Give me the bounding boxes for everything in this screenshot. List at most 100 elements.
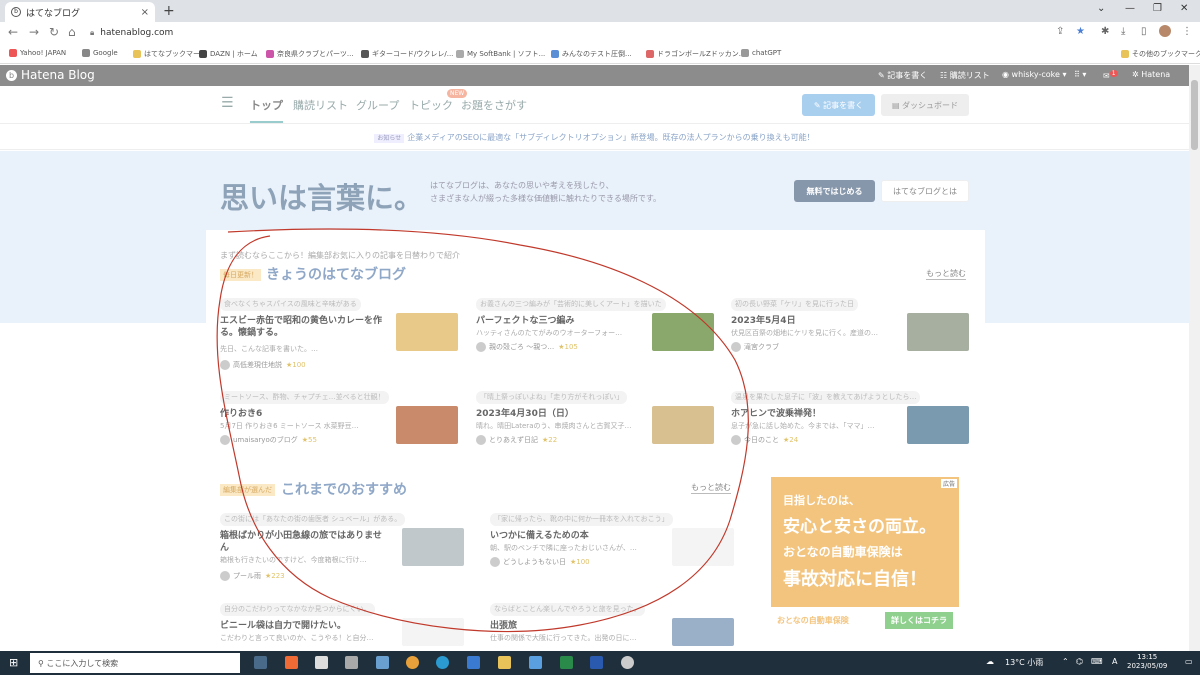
maximize-icon[interactable]: ❐	[1153, 3, 1162, 14]
bookmark-item[interactable]: ドラゴンボールZドッカン...	[646, 49, 745, 59]
article-card[interactable]: 「晴上祭っぽいよね」「走り方がそれっぽい」 2023年4月30日（日） 晴れ。晴…	[476, 391, 714, 471]
about-hatena-blog-button[interactable]: はてなブログとは	[881, 180, 969, 202]
reload-icon[interactable]: ↻	[49, 25, 59, 39]
nav-find-theme[interactable]: お題をさがす	[461, 97, 527, 113]
taskbar-search-input[interactable]: ⚲ ここに入力して検索	[30, 653, 240, 673]
apps-grid-icon[interactable]: ⠿ ▾	[1074, 70, 1086, 79]
article-thumbnail[interactable]	[396, 406, 458, 444]
bookmark-item[interactable]: DAZN | ホーム	[199, 49, 258, 59]
today-more-link[interactable]: もっと読む	[926, 268, 966, 280]
write-article-button[interactable]: ✎ 記事を書く	[802, 94, 875, 116]
tab-search-icon[interactable]: ⌄	[1097, 3, 1105, 14]
article-card[interactable]: お義さんの三つ編みが「芸術的に美しくアート」を描いた パーフェクトな三つ編み ハ…	[476, 298, 714, 378]
browser-tab[interactable]: b はてなブログ ×	[5, 2, 155, 22]
share-icon[interactable]: ⇪	[1056, 26, 1064, 37]
article-thumbnail[interactable]	[672, 528, 734, 566]
profile-avatar-icon[interactable]	[1159, 25, 1171, 37]
back-icon[interactable]: ←	[8, 25, 18, 39]
bookmark-item[interactable]: はてなブックマーク	[133, 49, 207, 59]
nav-reader-list[interactable]: 購読リスト	[293, 97, 348, 113]
nav-group[interactable]: グループ	[356, 97, 399, 113]
article-card[interactable]: 「家に帰ったら、靴の中に何か一冊本を入れておこう」 いつかに備えるための本 朝、…	[490, 513, 735, 593]
excel-icon[interactable]	[560, 656, 573, 669]
article-thumbnail[interactable]	[396, 313, 458, 351]
article-thumbnail[interactable]	[402, 528, 464, 566]
bookmark-favicon-icon	[361, 50, 369, 58]
ime-indicator[interactable]: A	[1112, 657, 1117, 666]
article-thumbnail[interactable]	[652, 406, 714, 444]
sidepanel-icon[interactable]: ▯	[1141, 26, 1147, 37]
dashboard-button[interactable]: ▤ ダッシュボード	[881, 94, 969, 116]
media-icon[interactable]	[345, 656, 358, 669]
new-tab-button[interactable]: +	[163, 3, 175, 19]
mail-icon[interactable]	[376, 656, 389, 669]
notification-center-icon[interactable]: ▭	[1185, 657, 1193, 666]
keyboard-icon[interactable]: ⌨	[1091, 657, 1103, 666]
article-card[interactable]: ならばとことん楽しんでやろうと旅を見った。 出張旅 仕事の関係で大阪に行ってきた…	[490, 603, 735, 648]
app-icon[interactable]	[621, 656, 634, 669]
bookmark-item[interactable]: My SoftBank | ソフト...	[456, 49, 545, 59]
nav-topic[interactable]: トピック	[409, 97, 453, 113]
word-icon[interactable]	[590, 656, 603, 669]
chrome-icon[interactable]	[406, 656, 419, 669]
network-icon[interactable]: ⌬	[1076, 657, 1083, 666]
reader-list-link[interactable]: ☷ 購読リスト	[940, 70, 990, 81]
author-avatar	[490, 557, 500, 567]
article-thumbnail[interactable]	[402, 618, 464, 646]
forward-icon[interactable]: →	[29, 25, 39, 39]
bookmark-item[interactable]: Yahoo! JAPAN	[9, 49, 66, 57]
article-card[interactable]: 食べなくちゃスパイスの風味と辛味がある エスビー赤缶で昭和の黄色いカレーを作る。…	[220, 298, 458, 378]
tray-chevron-icon[interactable]: ⌃	[1062, 657, 1069, 666]
hatena-home-link[interactable]: ✲ Hatena	[1132, 70, 1170, 79]
app-icon[interactable]	[467, 656, 480, 669]
taskbar-clock[interactable]: 13:15 2023/05/09	[1127, 653, 1167, 671]
page-scrollbar[interactable]	[1189, 65, 1200, 651]
bookmark-star-icon[interactable]: ★	[1076, 26, 1085, 37]
url-field[interactable]: 🔒︎ hatenablog.com	[90, 24, 1070, 41]
tab-close-icon[interactable]: ×	[141, 7, 149, 18]
article-card[interactable]: 初の長い野菜「ケリ」を見に行った日 2023年5月4日 伏見区百祭の畑地にケリを…	[731, 298, 969, 378]
user-menu[interactable]: ◉ whisky-coke ▾	[1002, 70, 1067, 79]
weather-text[interactable]: 13°C 小雨	[1005, 657, 1043, 668]
article-card[interactable]: 温泉を果たした息子に「波」を教えてあげようとしたら… ホアヒンで波乗禅発！ 息子…	[731, 391, 969, 471]
article-card[interactable]: この街には「あなたの街の歯医者 シュベール」がある。 箱根ばかりが小田急線の旅で…	[220, 513, 465, 593]
recommend-more-link[interactable]: もっと読む	[691, 482, 731, 494]
bookmark-item[interactable]: みんなのテスト圧倒...	[551, 49, 632, 59]
hatena-blog-logo[interactable]: b Hatena Blog	[6, 68, 95, 82]
hamburger-menu-icon[interactable]: ☰	[221, 95, 234, 111]
hatena-global-bar: b Hatena Blog ✎ 記事を書く ☷ 購読リスト ◉ whisky-c…	[0, 65, 1189, 86]
download-icon[interactable]: ⤓	[1121, 26, 1125, 37]
notification-icon[interactable]: ✉ 1	[1103, 70, 1118, 81]
bookmark-item[interactable]: ギターコード/ウクレレ/...	[361, 49, 453, 59]
insurance-ad[interactable]: 広告 目指したのは、 安心と安さの両立。 おとなの自動車保険は 事故対応に自信！…	[771, 477, 959, 633]
file-explorer-icon[interactable]	[498, 656, 511, 669]
close-window-icon[interactable]: ✕	[1180, 3, 1188, 14]
store-icon[interactable]	[315, 656, 328, 669]
bookmark-favicon-icon	[82, 49, 90, 57]
brave-icon[interactable]	[285, 656, 298, 669]
edge-icon[interactable]	[436, 656, 449, 669]
write-article-link[interactable]: ✎ 記事を書く	[878, 70, 927, 81]
article-thumbnail[interactable]	[672, 618, 734, 646]
ad-cta-button[interactable]: 詳しくはコチラ	[885, 611, 953, 629]
article-card[interactable]: ミートソース、酢物、チャプチェ…並べると壮観！ 作りおき6 5月7日 作りおき6…	[220, 391, 458, 471]
article-thumbnail[interactable]	[907, 406, 969, 444]
article-thumbnail[interactable]	[907, 313, 969, 351]
notice-banner[interactable]: お知らせ 企業メディアのSEOに最適な「サブディレクトリオプション」新登場。既存の…	[0, 125, 1189, 150]
extensions-icon[interactable]: ✱	[1101, 26, 1109, 37]
start-free-button[interactable]: 無料ではじめる	[794, 180, 875, 202]
other-bookmarks[interactable]: その他のブックマーク	[1121, 49, 1200, 59]
minimize-icon[interactable]: —	[1125, 3, 1135, 14]
windows-start-icon[interactable]: ⊞	[9, 656, 18, 669]
article-thumbnail[interactable]	[652, 313, 714, 351]
task-view-icon[interactable]	[254, 656, 267, 669]
nav-top[interactable]: トップ	[250, 97, 283, 123]
scrollbar-thumb[interactable]	[1191, 80, 1198, 150]
bookmark-item[interactable]: 奈良県クラブとパーツ...	[266, 49, 354, 59]
home-icon[interactable]: ⌂	[68, 25, 76, 39]
bookmark-item[interactable]: chatGPT	[741, 49, 781, 57]
outlook-icon[interactable]	[529, 656, 542, 669]
browser-menu-icon[interactable]: ⋮	[1182, 26, 1192, 37]
article-card[interactable]: 自分のこだわりってなかなか見つからにくい。 ビニール袋は自力で開けたい。 こだわ…	[220, 603, 465, 648]
bookmark-item[interactable]: Google	[82, 49, 118, 57]
